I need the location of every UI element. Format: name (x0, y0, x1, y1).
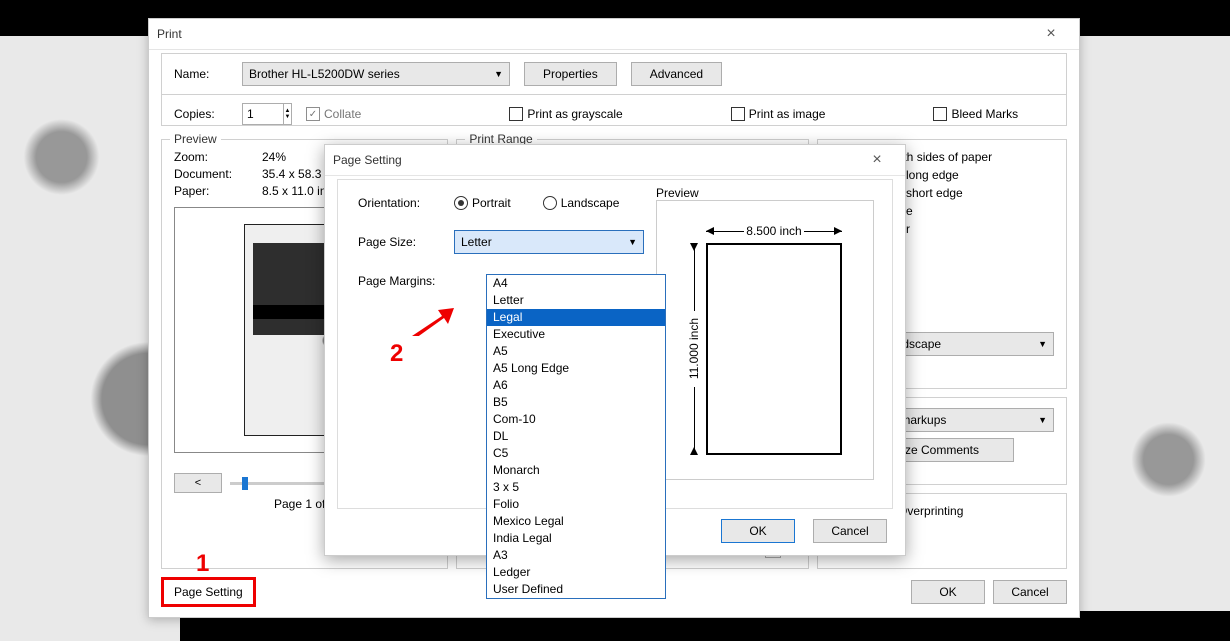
checkbox-checked-icon: ✓ (306, 107, 320, 121)
name-label: Name: (174, 67, 228, 81)
paper-label: Paper: (174, 184, 244, 198)
chevron-down-icon: ▼ (494, 69, 503, 79)
portrait-radio[interactable]: Portrait (454, 196, 511, 210)
page-size-option[interactable]: A3 (487, 547, 665, 564)
page-size-option[interactable]: Ledger (487, 564, 665, 581)
printer-select-value: Brother HL-L5200DW series (249, 67, 400, 81)
width-dimension-value: 8.500 inch (746, 224, 801, 238)
print-title: Print (157, 23, 182, 45)
height-dimension: 11.000 inch (686, 243, 702, 455)
print-title-bar: Print × (149, 19, 1079, 50)
ps-preview-legend: Preview (656, 186, 699, 200)
advanced-button[interactable]: Advanced (631, 62, 722, 86)
page-size-option[interactable]: 3 x 5 (487, 479, 665, 496)
properties-button[interactable]: Properties (524, 62, 617, 86)
page-size-option[interactable]: Com-10 (487, 411, 665, 428)
copies-row: Copies: ▲▼ ✓ Collate Print as grayscale (161, 95, 1067, 126)
page-size-option[interactable]: Executive (487, 326, 665, 343)
page-size-option[interactable]: C5 (487, 445, 665, 462)
checkbox-icon (731, 107, 745, 121)
arrow-down-icon (690, 447, 698, 455)
grayscale-checkbox[interactable]: Print as grayscale (509, 107, 622, 121)
close-icon[interactable]: × (857, 149, 897, 171)
page-size-option[interactable]: A5 (487, 343, 665, 360)
page-size-option[interactable]: B5 (487, 394, 665, 411)
radio-off-icon (543, 196, 557, 210)
chevron-down-icon: ▼ (628, 237, 637, 247)
chevron-down-icon: ▼ (1038, 339, 1047, 349)
checkbox-icon (509, 107, 523, 121)
copies-label: Copies: (174, 107, 228, 121)
landscape-label: Landscape (561, 196, 620, 210)
page-size-option[interactable]: Monarch (487, 462, 665, 479)
arrow-right-icon (834, 227, 842, 235)
page-size-dropdown-list[interactable]: A4LetterLegalExecutiveA5A5 Long EdgeA6B5… (486, 274, 666, 599)
preview-legend: Preview (170, 132, 221, 146)
portrait-label: Portrait (472, 196, 511, 210)
copies-stepper[interactable]: ▲▼ (242, 103, 292, 125)
radio-on-icon (454, 196, 468, 210)
document-label: Document: (174, 167, 244, 181)
stepper-down-icon[interactable]: ▼ (285, 114, 291, 120)
page-size-option[interactable]: Mexico Legal (487, 513, 665, 530)
page-size-option[interactable]: Legal (487, 309, 665, 326)
width-dimension: 8.500 inch (706, 223, 842, 239)
page-size-option[interactable]: User Defined (487, 581, 665, 598)
annotation-2: 2 (390, 340, 403, 368)
page-margins-label: Page Margins: (358, 274, 440, 288)
short-edge-text: n short edge (896, 186, 1054, 200)
page-size-option[interactable]: A5 Long Edge (487, 360, 665, 377)
slider-thumb[interactable] (242, 477, 248, 490)
bleed-label: Bleed Marks (951, 107, 1018, 121)
rotate-text: ate (896, 204, 1054, 218)
page-setting-cancel-button[interactable]: Cancel (813, 519, 887, 543)
ps-preview-frame: 8.500 inch 11.000 inch (656, 200, 874, 480)
page-setting-title-bar: Page Setting × (325, 145, 905, 176)
zoom-label: Zoom: (174, 150, 244, 164)
chevron-down-icon: ▼ (1038, 415, 1047, 425)
page-setting-title: Page Setting (333, 149, 402, 171)
page-size-option[interactable]: India Legal (487, 530, 665, 547)
collate-checkbox: ✓ Collate (306, 107, 361, 121)
checkbox-icon (933, 107, 947, 121)
close-icon[interactable]: × (1031, 23, 1071, 45)
zoom-value: 24% (262, 150, 286, 164)
arrow-left-icon (706, 227, 714, 235)
bleed-checkbox[interactable]: Bleed Marks (933, 107, 1018, 121)
height-dimension-value: 11.000 inch (687, 318, 701, 379)
orientation-label: Orientation: (358, 196, 440, 210)
as-image-checkbox[interactable]: Print as image (731, 107, 826, 121)
print-cancel-button[interactable]: Cancel (993, 580, 1067, 604)
sheet-outline (706, 243, 842, 455)
both-sides-text: both sides of paper (890, 150, 1054, 164)
center-text: ter (896, 222, 1054, 236)
arrow-up-icon (690, 243, 698, 251)
page-setting-ok-button[interactable]: OK (721, 519, 795, 543)
annotation-1: 1 (196, 550, 209, 578)
prev-page-button[interactable]: < (174, 473, 222, 493)
printer-row: Name: Brother HL-L5200DW series ▼ Proper… (161, 53, 1067, 95)
page-setting-dialog: Page Setting × Orientation: Portrait Lan… (324, 144, 906, 556)
page-size-value: Letter (461, 235, 492, 249)
collate-label: Collate (324, 107, 361, 121)
landscape-radio[interactable]: Landscape (543, 196, 620, 210)
print-ok-button[interactable]: OK (911, 580, 985, 604)
page-setting-button[interactable]: Page Setting (161, 577, 256, 607)
page-size-option[interactable]: A6 (487, 377, 665, 394)
page-size-select[interactable]: Letter ▼ (454, 230, 644, 254)
as-image-label: Print as image (749, 107, 826, 121)
long-edge-text: n long edge (896, 168, 1054, 182)
page-size-option[interactable]: Folio (487, 496, 665, 513)
page-size-label: Page Size: (358, 235, 440, 249)
annotation-arrow-icon (412, 308, 454, 336)
page-size-option[interactable]: A4 (487, 275, 665, 292)
grayscale-label: Print as grayscale (527, 107, 622, 121)
page-size-option[interactable]: DL (487, 428, 665, 445)
copies-input[interactable] (243, 104, 283, 124)
page-size-option[interactable]: Letter (487, 292, 665, 309)
printer-select[interactable]: Brother HL-L5200DW series ▼ (242, 62, 510, 86)
